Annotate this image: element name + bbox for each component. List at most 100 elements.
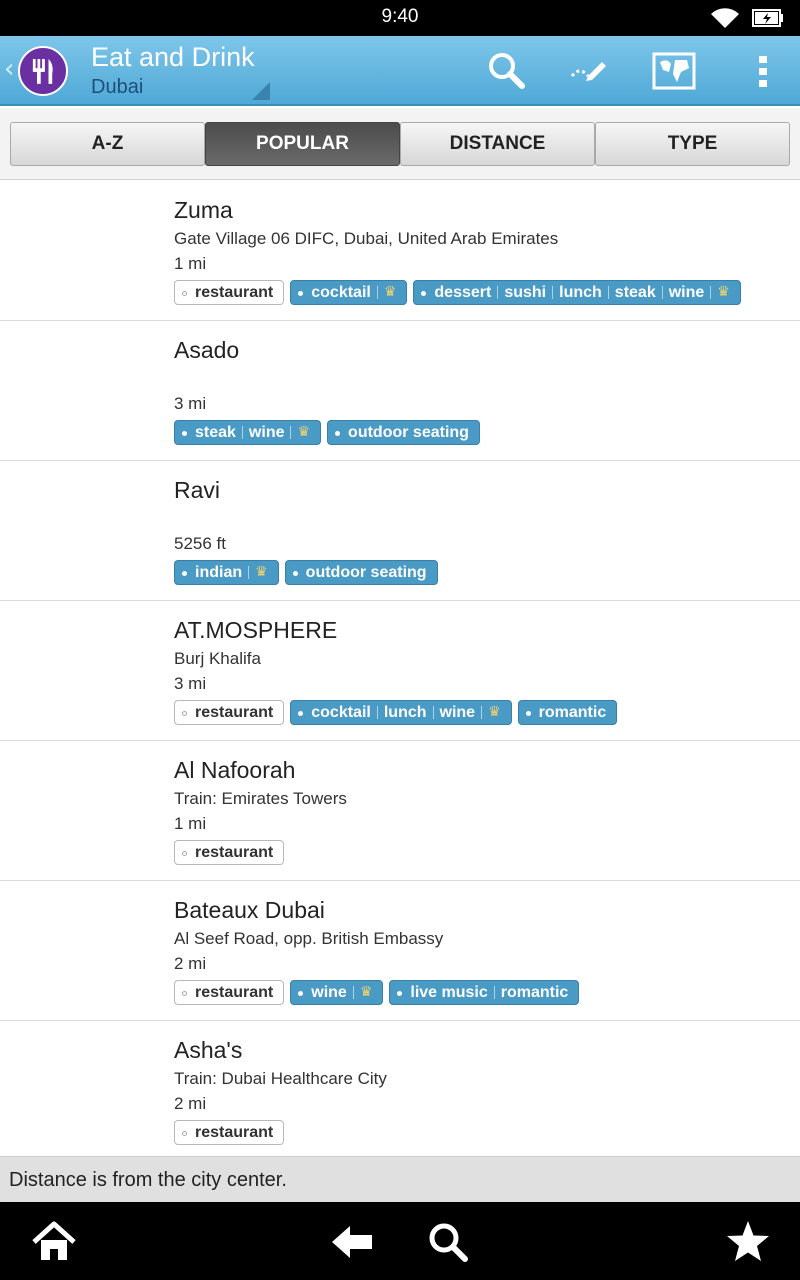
tag-chip[interactable]: cocktail lunch wine ♛ [290,700,512,725]
tag-chip[interactable]: outdoor seating [327,420,480,445]
search-icon[interactable] [424,1218,472,1266]
edit-route-icon[interactable] [566,48,612,94]
tag-separator [497,286,499,300]
tag-label: romantic [538,704,607,721]
place-name: Zuma [174,197,233,223]
place-name: AT.MOSPHERE [174,617,338,643]
tag-hole-icon [397,991,403,996]
tag-hole-icon [298,991,304,996]
crown-icon: ♛ [255,564,268,580]
place-row[interactable]: AT.MOSPHERE Burj Khalifa 3 mi restaurant coc… [0,601,800,741]
tag-separator [607,286,609,300]
overflow-menu-icon[interactable] [740,48,786,94]
tag-label: lunch [559,284,602,301]
tag-list: restaurant [174,840,290,865]
tag-label: restaurant [195,1124,274,1141]
place-address: Gate Village 06 DIFC, Dubai, United Arab… [174,229,559,248]
tag-chip[interactable]: restaurant [174,1120,285,1145]
tag-label: restaurant [195,984,274,1001]
tab-popular[interactable]: POPULAR [205,122,400,166]
battery-charging-icon [752,9,783,27]
tag-hole-icon [421,291,427,296]
tag-hole-icon [182,851,187,856]
tag-separator [432,706,434,720]
tag-chip[interactable]: outdoor seating [284,560,438,585]
place-address: Al Seef Road, opp. British Embassy [174,929,444,948]
tag-chip[interactable]: romantic [517,700,618,725]
back-icon[interactable] [328,1218,376,1266]
crown-icon: ♛ [297,424,311,440]
tag-hole-icon [182,711,187,716]
tag-separator [248,566,250,580]
tag-chip[interactable]: restaurant [174,280,285,305]
tag-hole-icon [182,991,187,996]
up-caret-icon[interactable]: ‹ [4,54,14,84]
tab-type[interactable]: TYPE [595,122,790,166]
tag-label: wine [439,704,476,721]
spinner-triangle-icon[interactable] [252,82,270,100]
place-address: Train: Dubai Healthcare City [174,1069,387,1088]
place-row[interactable]: Al Nafoorah Train: Emirates Towers 1 mi res… [0,741,800,881]
tag-chip[interactable]: dessert sushi lunch steak wine ♛ [413,280,741,305]
wifi-icon [711,8,739,28]
tag-label: sushi [504,284,547,301]
tag-label: indian [195,564,243,581]
tag-label: restaurant [195,844,274,861]
crown-icon: ♛ [488,704,501,720]
tag-chip[interactable]: live music romantic [389,980,580,1005]
tag-list: restaurant cocktail lunch wine ♛ romantic [174,700,623,725]
tag-list: restaurant cocktail ♛ dessert sushi lunch stea… [174,280,747,305]
place-address: Burj Khalifa [174,649,261,668]
place-row[interactable]: Asado 3 mi steak wine ♛ outdoor seating [0,321,800,461]
crown-icon: ♛ [383,284,397,300]
place-name: Al Nafoorah [174,757,296,783]
tag-label: live music [410,984,488,1001]
place-row[interactable]: Asha's Train: Dubai Healthcare City 2 mi re… [0,1021,800,1156]
map-icon[interactable] [651,48,697,94]
tag-hole-icon [335,431,341,436]
tag-separator [552,286,554,300]
tag-list: steak wine ♛ outdoor seating [174,420,486,445]
fork-knife-icon[interactable] [18,46,68,96]
place-distance: 1 mi [174,254,207,273]
tag-chip[interactable]: cocktail ♛ [290,280,408,305]
search-icon[interactable] [484,48,530,94]
tag-hole-icon [298,711,304,716]
favorite-star-icon[interactable] [724,1218,772,1266]
tag-separator [661,286,663,300]
tag-separator [481,706,483,720]
tag-chip[interactable]: steak wine ♛ [174,420,322,445]
tag-separator [493,986,495,1000]
place-name: Ravi [174,477,221,503]
place-row[interactable]: Bateaux Dubai Al Seef Road, opp. British … [0,881,800,1021]
tag-label: restaurant [195,284,274,301]
tag-chip[interactable]: restaurant [174,980,285,1005]
tag-label: wine [311,984,347,1001]
tag-chip[interactable]: indian ♛ [174,560,279,585]
tab-a-z[interactable]: A-Z [10,122,205,166]
tag-chip[interactable]: wine ♛ [290,980,384,1005]
tag-hole-icon [298,291,304,296]
tag-label: steak [614,284,656,301]
tag-chip[interactable]: restaurant [174,700,285,725]
tag-separator [290,426,292,440]
sort-tabs: A-Z POPULAR DISTANCE TYPE [0,108,800,180]
status-bar: 9:40 [0,0,800,36]
distance-note: Distance is from the city center. [0,1156,800,1202]
tag-label: cocktail [311,284,371,301]
status-clock: 9:40 [381,6,419,27]
city-selector[interactable]: Dubai [91,76,143,99]
place-row[interactable]: Zuma Gate Village 06 DIFC, Dubai, United … [0,181,800,321]
tag-list: restaurant [174,1120,290,1145]
tag-hole-icon [182,1131,187,1136]
place-name: Bateaux Dubai [174,897,325,923]
place-row[interactable]: Ravi 5256 ft indian ♛ outdoor seating [0,461,800,601]
tag-chip[interactable]: restaurant [174,840,285,865]
home-icon[interactable] [30,1218,78,1266]
tag-label: wine [248,424,285,441]
tab-distance[interactable]: DISTANCE [400,122,595,166]
tag-label: restaurant [195,704,274,721]
tag-hole-icon [292,571,298,576]
places-list[interactable]: Zuma Gate Village 06 DIFC, Dubai, United … [0,181,800,1156]
tag-label: dessert [434,284,492,301]
